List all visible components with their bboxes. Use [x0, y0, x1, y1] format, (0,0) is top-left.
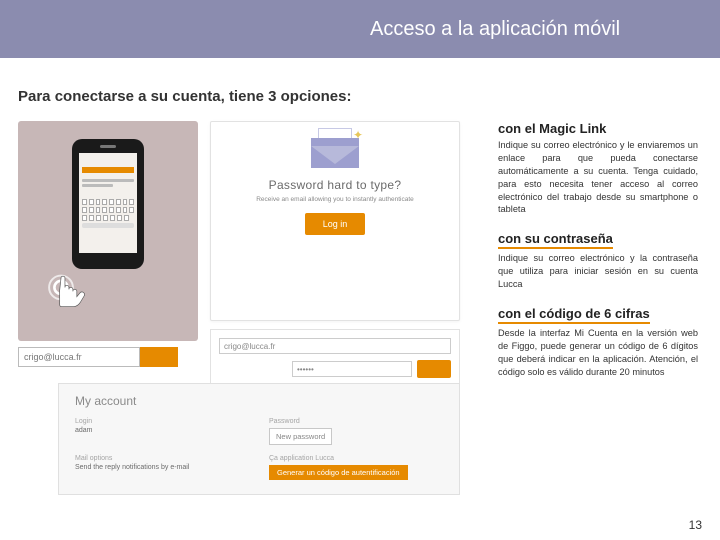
- option-password-title: con su contraseña: [498, 231, 613, 249]
- option-code-title: con el código de 6 cifras: [498, 306, 650, 324]
- password-row: ••••••: [219, 360, 451, 378]
- phone-mockup: [72, 139, 144, 269]
- phone-speaker: [100, 145, 116, 148]
- my-account-panel: My account Login adam Password New passw…: [58, 383, 460, 495]
- field-mail: Mail options Send the reply notification…: [75, 455, 249, 480]
- magic-link-card: Password hard to type? Receive an email …: [210, 121, 460, 321]
- login-button-mockup: Log in: [305, 213, 365, 235]
- option-password-body: Indique su correo electrónico y la contr…: [498, 252, 698, 291]
- envelope-icon: [311, 134, 359, 168]
- subheading: Para conectarse a su cuenta, tiene 3 opc…: [18, 88, 720, 105]
- app-label: Ça application Lucca: [269, 455, 443, 462]
- slide-title: Acceso a la aplicación móvil: [370, 18, 620, 41]
- field-app: Ça application Lucca Generar un código d…: [269, 455, 443, 480]
- next-button-mockup: [140, 347, 178, 367]
- page-number: 13: [689, 518, 702, 532]
- text-line: [82, 184, 113, 187]
- panel-title: My account: [75, 394, 443, 408]
- keyboard-row: [82, 199, 134, 205]
- field-password: Password New password: [269, 418, 443, 445]
- content-area: crigo@lucca.fr Password hard to type? Re…: [0, 121, 720, 501]
- login-value: adam: [75, 427, 249, 434]
- keyboard-spacebar: [82, 223, 134, 228]
- new-password-button-mockup: New password: [269, 428, 332, 445]
- slide-header: Acceso a la aplicación móvil: [0, 0, 720, 58]
- illustration-column: crigo@lucca.fr Password hard to type? Re…: [18, 121, 488, 501]
- email-value: crigo@lucca.fr: [18, 347, 140, 367]
- login-form-mockup: crigo@lucca.fr ••••••: [210, 329, 460, 387]
- mail-label: Mail options: [75, 455, 249, 462]
- email-input-mockup: crigo@lucca.fr: [18, 347, 178, 367]
- tap-hand-icon: [28, 265, 94, 331]
- password-value: ••••••: [292, 361, 412, 377]
- card-subtitle: Receive an email allowing you to instant…: [256, 196, 414, 203]
- sparkle-icon: [353, 128, 365, 140]
- keyboard-row: [82, 207, 134, 213]
- password-label: Password: [269, 418, 443, 425]
- option-magic-title: con el Magic Link: [498, 121, 698, 136]
- mail-value: Send the reply notifications by e-mail: [75, 464, 249, 471]
- email-value: crigo@lucca.fr: [219, 338, 451, 354]
- options-column: con el Magic Link Indique su correo elec…: [488, 121, 698, 501]
- option-code-body: Desde la interfaz Mi Cuenta en la versió…: [498, 327, 698, 379]
- text-line: [82, 179, 134, 182]
- email-field-mockup: crigo@lucca.fr: [219, 338, 451, 354]
- keyboard-row: [82, 215, 134, 221]
- phone-screen: [79, 153, 137, 253]
- generate-code-button-mockup: Generar un código de autentificación: [269, 465, 408, 480]
- option-magic-body: Indique su correo electrónico y le envia…: [498, 139, 698, 216]
- card-title: Password hard to type?: [269, 178, 402, 192]
- screen-accent-bar: [82, 167, 134, 173]
- login-label: Login: [75, 418, 249, 425]
- phone-tap-illustration: crigo@lucca.fr: [18, 121, 198, 341]
- field-login: Login adam: [75, 418, 249, 445]
- submit-button-mockup: [417, 360, 451, 378]
